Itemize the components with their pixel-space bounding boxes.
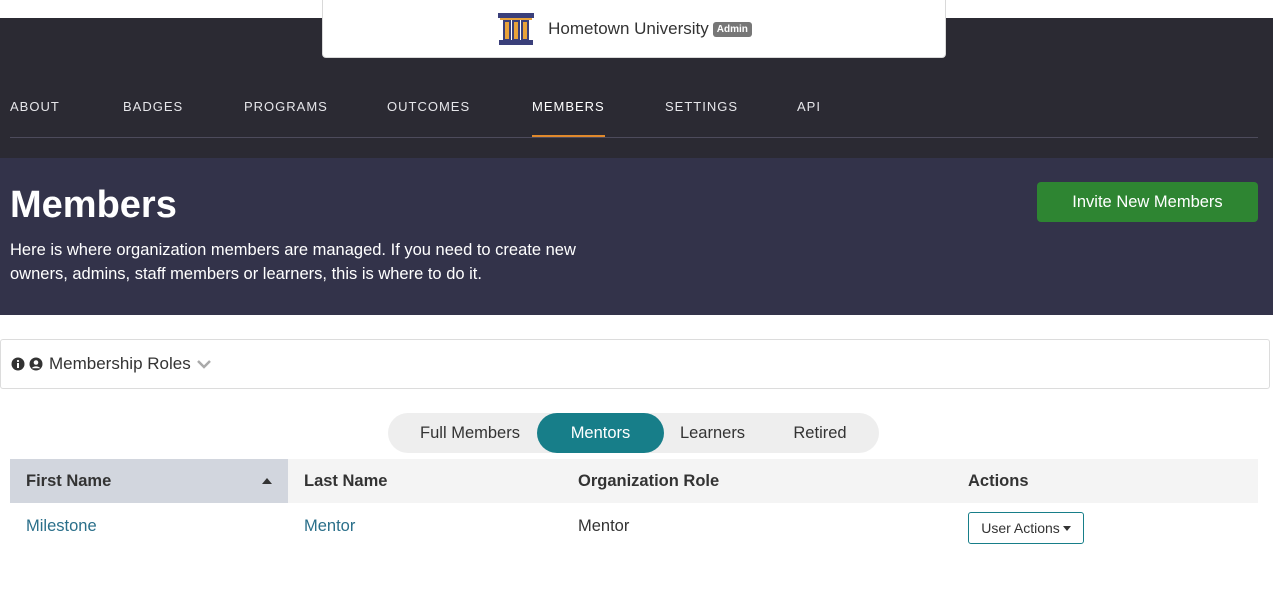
tab-outcomes[interactable]: OUTCOMES (387, 99, 470, 137)
organization-name: Hometown University (548, 18, 709, 38)
column-label: Last Name (304, 471, 388, 490)
actions-cell: User Actions (968, 503, 1084, 549)
chevron-down-icon (196, 360, 211, 369)
column-actions: Actions (952, 459, 1258, 503)
caret-down-icon (1062, 525, 1071, 531)
last-name-link[interactable]: Mentor (304, 503, 355, 549)
admin-badge: Admin (712, 22, 752, 37)
column-label: Organization Role (578, 471, 720, 490)
invite-new-members-button[interactable]: Invite New Members (1037, 182, 1258, 222)
organization-card: Hometown University Admin (322, 0, 946, 58)
tab-settings[interactable]: SETTINGS (665, 99, 738, 137)
column-organization-role[interactable]: Organization Role (562, 459, 952, 503)
filter-retired[interactable]: Retired (776, 413, 864, 453)
user-circle-icon (29, 357, 43, 371)
membership-roles-label: Membership Roles (49, 354, 191, 373)
sort-ascending-icon (262, 478, 272, 484)
member-type-filter: Full Members Mentors Learners Retired (388, 413, 879, 453)
membership-roles-toggle[interactable]: Membership Roles (0, 339, 1270, 389)
column-first-name[interactable]: First Name (10, 459, 288, 503)
column-last-name[interactable]: Last Name (288, 459, 562, 503)
user-actions-label: User Actions (981, 520, 1060, 536)
page-title: Members (10, 184, 177, 226)
column-label: Actions (968, 471, 1029, 490)
section-tabs: ABOUT BADGES PROGRAMS OUTCOMES MEMBERS S… (10, 88, 1258, 138)
page-header: Members Here is where organization membe… (0, 158, 1273, 315)
tab-programs[interactable]: PROGRAMS (244, 99, 328, 137)
first-name-link[interactable]: Milestone (26, 503, 97, 549)
filter-full-members[interactable]: Full Members (404, 413, 536, 453)
column-label: First Name (26, 471, 112, 490)
tab-api[interactable]: API (797, 99, 821, 137)
info-circle-icon (11, 357, 25, 371)
table-header: First Name Last Name Organization Role A… (10, 459, 1258, 503)
page-description: Here is where organization members are m… (10, 241, 576, 283)
university-pillars-icon (498, 12, 535, 45)
tab-about[interactable]: ABOUT (10, 99, 60, 137)
tab-badges[interactable]: BADGES (123, 99, 183, 137)
table-row: Milestone Mentor Mentor User Actions (10, 503, 1258, 549)
filter-mentors[interactable]: Mentors (537, 413, 664, 453)
filter-learners[interactable]: Learners (664, 413, 761, 453)
user-actions-button[interactable]: User Actions (968, 512, 1084, 544)
organization-role-cell: Mentor (578, 516, 630, 535)
members-table: First Name Last Name Organization Role A… (10, 459, 1258, 549)
tab-members[interactable]: MEMBERS (532, 99, 605, 137)
